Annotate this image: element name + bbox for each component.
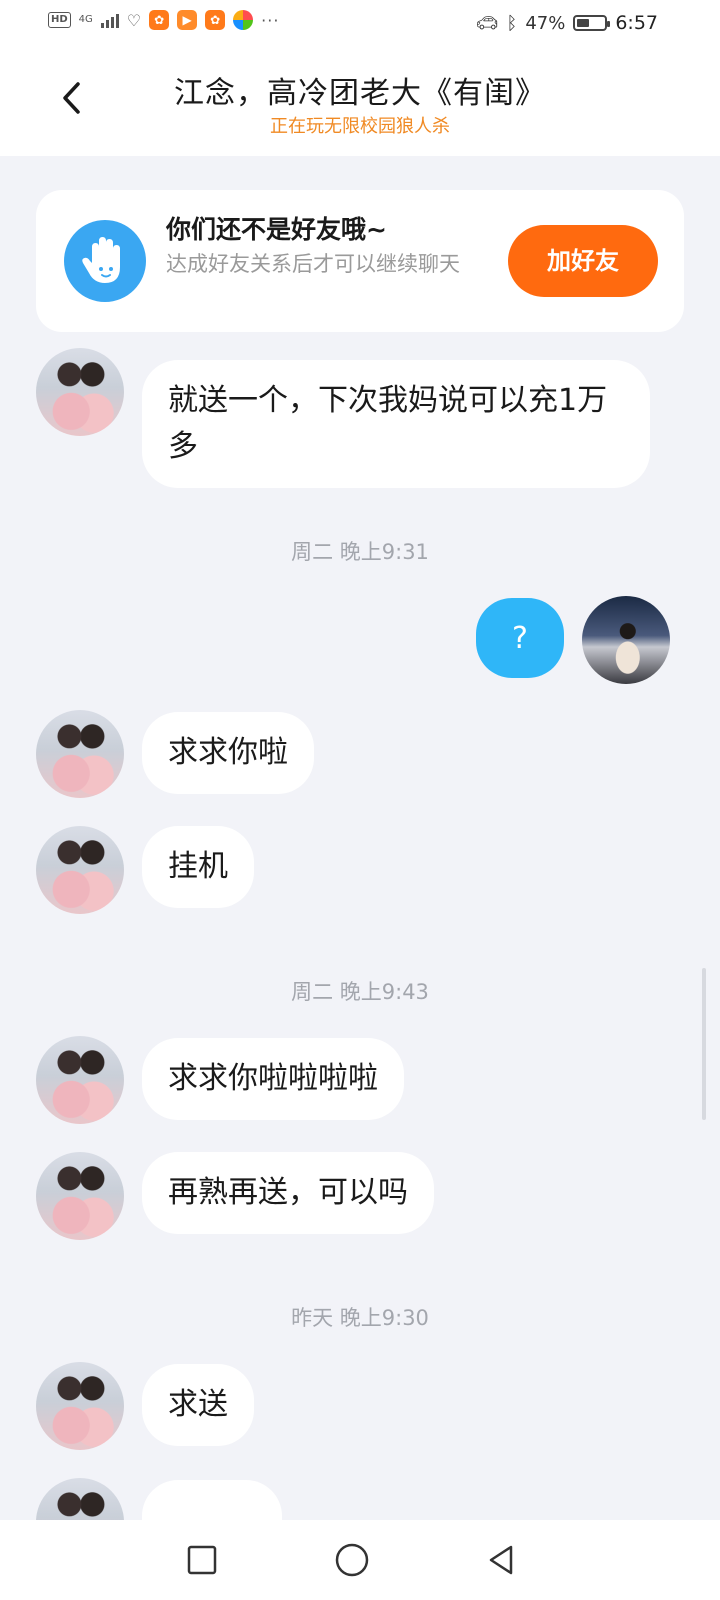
square-icon bbox=[187, 1545, 217, 1575]
battery-percent: 47% bbox=[525, 12, 566, 34]
banner-title: 你们还不是好友哦~ bbox=[166, 215, 387, 244]
timestamp: 昨天 晚上9:30 bbox=[291, 1306, 429, 1330]
hand-glyph bbox=[82, 237, 120, 283]
home-button[interactable] bbox=[330, 1538, 374, 1582]
triangle-back-icon bbox=[489, 1545, 513, 1575]
timestamp: 周二 晚上9:43 bbox=[291, 980, 429, 1004]
waving-hand-icon bbox=[64, 220, 146, 302]
circle-icon bbox=[335, 1543, 369, 1577]
message-bubble[interactable]: 挂机 bbox=[142, 826, 254, 908]
avatar[interactable] bbox=[36, 1478, 124, 1520]
health-icon: ♡ bbox=[126, 10, 142, 30]
message-bubble[interactable]: 求求你啦啦啦啦 bbox=[142, 1038, 404, 1120]
status-right: 🚗︎ ᛒ 47% 6:57 bbox=[476, 12, 658, 34]
avatar[interactable] bbox=[36, 1362, 124, 1450]
message-row: 求送 bbox=[0, 1362, 720, 1450]
message-row-partial bbox=[0, 1478, 720, 1520]
clock: 6:57 bbox=[615, 12, 658, 34]
avatar[interactable] bbox=[36, 1152, 124, 1240]
message-bubble[interactable]: 求求你啦 bbox=[142, 712, 314, 794]
avatar[interactable] bbox=[36, 348, 124, 436]
hd-indicator: HD bbox=[48, 12, 71, 28]
app-notification-icon: ✿ bbox=[205, 10, 226, 30]
message-row: 再熟再送，可以吗 bbox=[0, 1152, 720, 1240]
avatar[interactable] bbox=[36, 826, 124, 914]
status-left: HD 4G ♡ ✿ ▶ ✿ ··· bbox=[48, 10, 279, 30]
chat-header: 江念，高冷团老大《有闺》 正在玩无限校园狼人杀 bbox=[0, 50, 720, 156]
network-type: 4G bbox=[78, 14, 93, 25]
message-row: 就送一个，下次我妈说可以充1万多 bbox=[0, 348, 720, 488]
bluetooth-icon: ᛒ bbox=[506, 12, 518, 34]
car-icon: 🚗︎ bbox=[475, 12, 499, 34]
add-friend-button[interactable]: 加好友 bbox=[508, 225, 658, 297]
scrollbar[interactable] bbox=[702, 968, 706, 1120]
app-notification-icon: ✿ bbox=[149, 10, 170, 30]
message-bubble[interactable]: 再熟再送，可以吗 bbox=[142, 1152, 434, 1234]
chat-title[interactable]: 江念，高冷团老大《有闺》 bbox=[0, 68, 720, 112]
message-row: 求求你啦啦啦啦 bbox=[0, 1036, 720, 1124]
avatar[interactable] bbox=[36, 710, 124, 798]
system-nav-bar bbox=[0, 1520, 720, 1600]
add-friend-banner: 你们还不是好友哦~ 达成好友关系后才可以继续聊天 加好友 bbox=[36, 190, 684, 332]
game-status[interactable]: 正在玩无限校园狼人杀 bbox=[0, 112, 720, 138]
message-row: ? bbox=[0, 596, 720, 686]
message-row: 求求你啦 bbox=[0, 710, 720, 798]
message-bubble[interactable]: 求送 bbox=[142, 1364, 254, 1446]
more-notifications-icon: ··· bbox=[261, 10, 280, 30]
message-row: 挂机 bbox=[0, 826, 720, 914]
status-bar: HD 4G ♡ ✿ ▶ ✿ ··· 🚗︎ ᛒ 47% 6:57 bbox=[0, 0, 720, 50]
back-nav-button[interactable] bbox=[480, 1538, 524, 1582]
banner-description: 达成好友关系后才可以继续聊天 bbox=[166, 252, 460, 276]
colorful-app-icon bbox=[233, 10, 254, 30]
my-avatar[interactable] bbox=[582, 596, 670, 684]
recent-apps-button[interactable] bbox=[180, 1538, 224, 1582]
message-bubble[interactable] bbox=[142, 1480, 282, 1520]
battery-icon bbox=[573, 15, 611, 31]
video-app-icon: ▶ bbox=[177, 10, 198, 30]
signal-icon bbox=[100, 12, 119, 28]
message-bubble[interactable]: 就送一个，下次我妈说可以充1万多 bbox=[142, 360, 650, 488]
avatar[interactable] bbox=[36, 1036, 124, 1124]
battery-level bbox=[577, 19, 590, 27]
my-message-bubble[interactable]: ? bbox=[476, 598, 564, 678]
timestamp: 周二 晚上9:31 bbox=[291, 540, 429, 564]
